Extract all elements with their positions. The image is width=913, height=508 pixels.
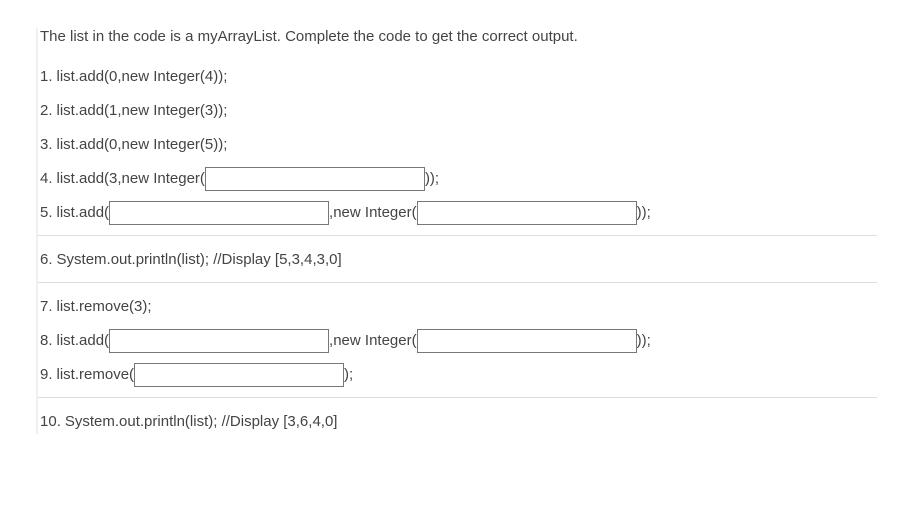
code-line-9: list.remove( ); [40, 363, 877, 387]
code-line-4: list.add(3,new Integer( )); [40, 167, 877, 191]
code-text: list.add(3,new Integer( [57, 167, 205, 191]
code-list-continued-2: list.remove(3); list.add( ,new Integer( … [38, 295, 877, 387]
code-text: ); [344, 363, 353, 387]
blank-input-4[interactable] [205, 167, 425, 191]
code-text: list.remove( [57, 363, 135, 387]
code-text: ,new Integer( [329, 201, 417, 225]
blank-input-5a[interactable] [109, 201, 329, 225]
code-line-1: list.add(0,new Integer(4)); [40, 65, 877, 89]
divider [38, 235, 877, 236]
code-line-6: System.out.println(list); //Display [5,3… [40, 248, 877, 272]
blank-input-8a[interactable] [109, 329, 329, 353]
code-text: list.add(0,new Integer(5)); [57, 133, 228, 157]
code-line-5: list.add( ,new Integer( )); [40, 201, 877, 225]
code-text: System.out.println(list); //Display [5,3… [57, 248, 342, 272]
blank-input-8b[interactable] [417, 329, 637, 353]
code-text: )); [637, 329, 651, 353]
code-text: System.out.println(list); //Display [3,6… [65, 410, 338, 434]
blank-input-5b[interactable] [417, 201, 637, 225]
code-line-7: list.remove(3); [40, 295, 877, 319]
code-text: list.add( [57, 329, 110, 353]
divider [38, 397, 877, 398]
divider [38, 282, 877, 283]
code-list: list.add(0,new Integer(4)); list.add(1,n… [38, 65, 877, 225]
code-text: list.add( [57, 201, 110, 225]
code-text: list.add(0,new Integer(4)); [57, 65, 228, 89]
blank-input-9[interactable] [134, 363, 344, 387]
question-container: The list in the code is a myArrayList. C… [36, 28, 877, 434]
question-prompt: The list in the code is a myArrayList. C… [40, 28, 877, 45]
code-text: list.remove(3); [57, 295, 152, 319]
code-text: list.add(1,new Integer(3)); [57, 99, 228, 123]
code-text: )); [637, 201, 651, 225]
code-text: ,new Integer( [329, 329, 417, 353]
code-list-continued: System.out.println(list); //Display [5,3… [38, 248, 877, 272]
code-list-continued-3: System.out.println(list); //Display [3,6… [38, 410, 877, 434]
code-line-8: list.add( ,new Integer( )); [40, 329, 877, 353]
code-line-3: list.add(0,new Integer(5)); [40, 133, 877, 157]
code-line-10: System.out.println(list); //Display [3,6… [40, 410, 877, 434]
code-text: )); [425, 167, 439, 191]
code-line-2: list.add(1,new Integer(3)); [40, 99, 877, 123]
